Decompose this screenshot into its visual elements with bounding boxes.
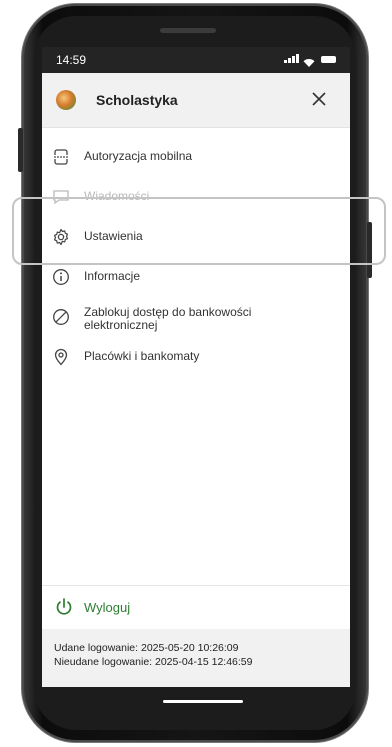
menu-item-label: Zablokuj dostęp do bankowości elektronic… [84,305,252,332]
successful-login-text: Udane logowanie: 2025-05-20 10:26:09 [54,642,239,654]
menu-item-mobile-authorization[interactable]: Autoryzacja mobilna [52,148,342,166]
menu-item-information[interactable]: Informacje [52,268,342,286]
close-button[interactable] [308,88,330,110]
login-info-panel: Udane logowanie: 2025-05-20 10:26:09 Nie… [42,629,350,687]
info-icon [52,268,70,286]
user-name: Scholastyka [96,92,178,108]
settings-highlight-frame [12,197,386,265]
wifi-icon [303,54,315,67]
battery-icon [321,56,336,63]
status-time: 14:59 [56,53,87,67]
logout-button[interactable]: Wyloguj [54,597,130,617]
power-icon [54,597,74,617]
menu-item-label: Informacje [84,269,141,283]
menu-item-branches-atms[interactable]: Placówki i bankomaty [52,348,342,366]
home-indicator[interactable] [163,700,243,703]
status-bar: 14:59 [42,47,350,73]
avatar[interactable] [56,90,76,110]
menu-item-label: Autoryzacja mobilna [84,149,193,163]
block-icon [52,308,70,326]
signal-icon [284,54,299,63]
menu-item-label: Placówki i bankomaty [84,349,200,363]
failed-login-text: Nieudane logowanie: 2025-04-15 12:46:59 [54,656,253,668]
mobile-authorization-icon [52,148,70,166]
phone-side-button-left [18,128,23,172]
logout-label: Wyloguj [84,599,131,615]
footer-divider [42,585,350,586]
menu-item-block-access[interactable]: Zablokuj dostęp do bankowości elektronic… [52,304,342,332]
menu-header: Scholastyka [42,73,350,128]
status-icons [284,54,336,67]
location-pin-icon [52,348,70,366]
close-icon [312,92,326,106]
app-screen: 14:59 Scholastyka Autoryzacja mobilna Wi… [42,47,350,687]
phone-speaker [160,28,216,33]
